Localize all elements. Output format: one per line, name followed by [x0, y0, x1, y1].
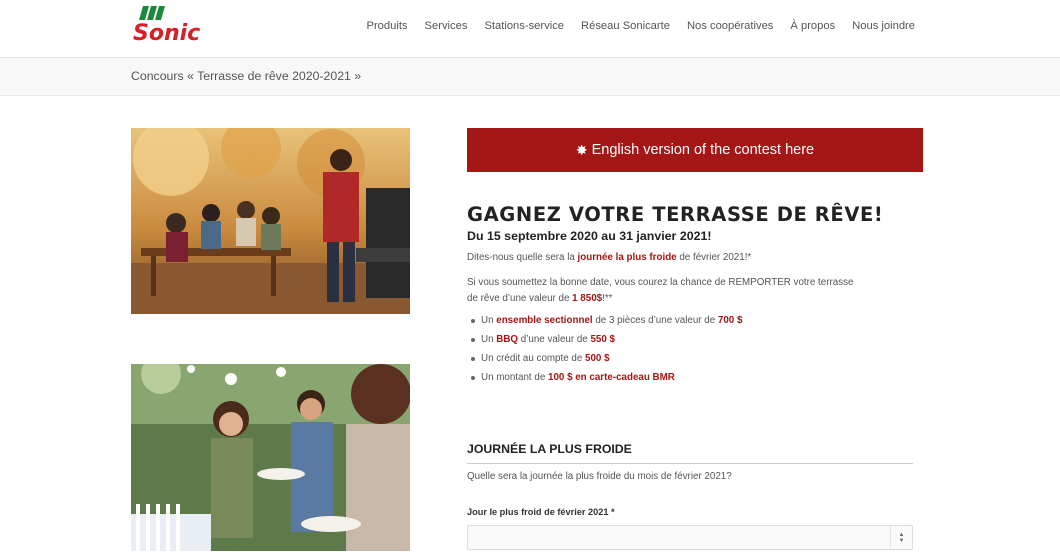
intro-text-after: de février 2021!*: [676, 252, 752, 263]
nav-item-services[interactable]: Services: [425, 20, 468, 32]
required-mark: *: [611, 507, 615, 517]
logo-wordmark: Sonic: [133, 21, 200, 44]
list-item: Un ensemble sectionnel de 3 pièces d’une…: [471, 314, 742, 333]
coldest-day-label: Jour le plus froid de février 2021 *: [467, 507, 615, 517]
prize-value: 700 $: [717, 315, 743, 326]
sonic-logo-icon: Sonic: [133, 6, 200, 44]
prize-text: Un: [481, 334, 497, 345]
coldest-day-label-text: Jour le plus froid de février 2021: [467, 507, 609, 517]
sonic-logo[interactable]: Sonic: [131, 4, 211, 44]
chance-text-after: !**: [602, 292, 613, 304]
photo-bbq-terrace: [131, 128, 410, 314]
prize-text: Un montant de: [481, 372, 548, 383]
list-item: Un BBQ d’une valeur de 550 $: [471, 333, 742, 352]
list-item: Un crédit au compte de 500 $: [471, 352, 742, 371]
nav-item-nous-joindre[interactable]: Nous joindre: [852, 20, 915, 32]
nav-item-reseau-sonicarte[interactable]: Réseau Sonicarte: [581, 20, 670, 32]
prize-highlight: ensemble sectionnel: [496, 315, 593, 326]
list-item: Un montant de 100 $ en carte-cadeau BMR: [471, 371, 742, 390]
intro-text-before: Dites-nous quelle sera la: [467, 252, 578, 263]
prize-text-middle: de 3 pièces d’une valeur de: [592, 315, 718, 326]
nav-item-nos-cooperatives[interactable]: Nos coopératives: [687, 20, 773, 32]
nav-item-produits[interactable]: Produits: [366, 20, 407, 32]
coldest-day-select[interactable]: ▲ ▼: [467, 525, 913, 550]
breadcrumb-bar: Concours « Terrasse de rêve 2020-2021 »: [0, 58, 1060, 96]
prize-highlight: 100 $ en carte-cadeau BMR: [548, 372, 675, 383]
photo-friends-serving-icon: [131, 364, 410, 551]
contest-intro: Dites-nous quelle sera la journée la plu…: [467, 252, 751, 263]
nav-item-a-propos[interactable]: À propos: [790, 20, 835, 32]
photo-bbq-terrace-icon: [131, 128, 410, 314]
form-question: Quelle sera la journée la plus froide du…: [467, 471, 732, 482]
contest-chance: Si vous soumettez la bonne date, vous co…: [467, 275, 867, 306]
page-title: Concours « Terrasse de rêve 2020-2021 »: [131, 69, 362, 83]
intro-highlight: journée la plus froide: [577, 252, 677, 263]
chance-highlight: 1 850$: [572, 292, 603, 304]
gear-star-icon: ✸: [575, 141, 588, 158]
main-nav: Produits Services Stations-service Résea…: [349, 20, 915, 32]
site-header: Sonic Produits Services Stations-service…: [0, 0, 1060, 58]
select-arrows-icon: ▲ ▼: [890, 526, 912, 549]
prize-highlight: BBQ: [496, 334, 519, 345]
contest-dates: Du 15 septembre 2020 au 31 janvier 2021!: [467, 229, 712, 243]
contest-heading: GAGNEZ VOTRE TERRASSE DE RÊVE!: [467, 203, 884, 226]
english-version-label: English version of the contest here: [591, 142, 815, 158]
prize-text-middle: d’une valeur de: [518, 334, 591, 345]
prize-value: 550 $: [590, 334, 616, 345]
prize-text: Un crédit au compte de: [481, 353, 586, 364]
nav-item-stations-service[interactable]: Stations-service: [484, 20, 564, 32]
prize-list: Un ensemble sectionnel de 3 pièces d’une…: [471, 314, 742, 390]
prize-text: Un: [481, 315, 497, 326]
photo-friends-serving: [131, 364, 410, 551]
english-version-button[interactable]: ✸ English version of the contest here: [467, 128, 923, 172]
form-section-title: JOURNÉE LA PLUS FROIDE: [467, 442, 913, 464]
prize-highlight: 500 $: [585, 353, 610, 364]
chance-text-before: Si vous soumettez la bonne date, vous co…: [467, 277, 854, 304]
